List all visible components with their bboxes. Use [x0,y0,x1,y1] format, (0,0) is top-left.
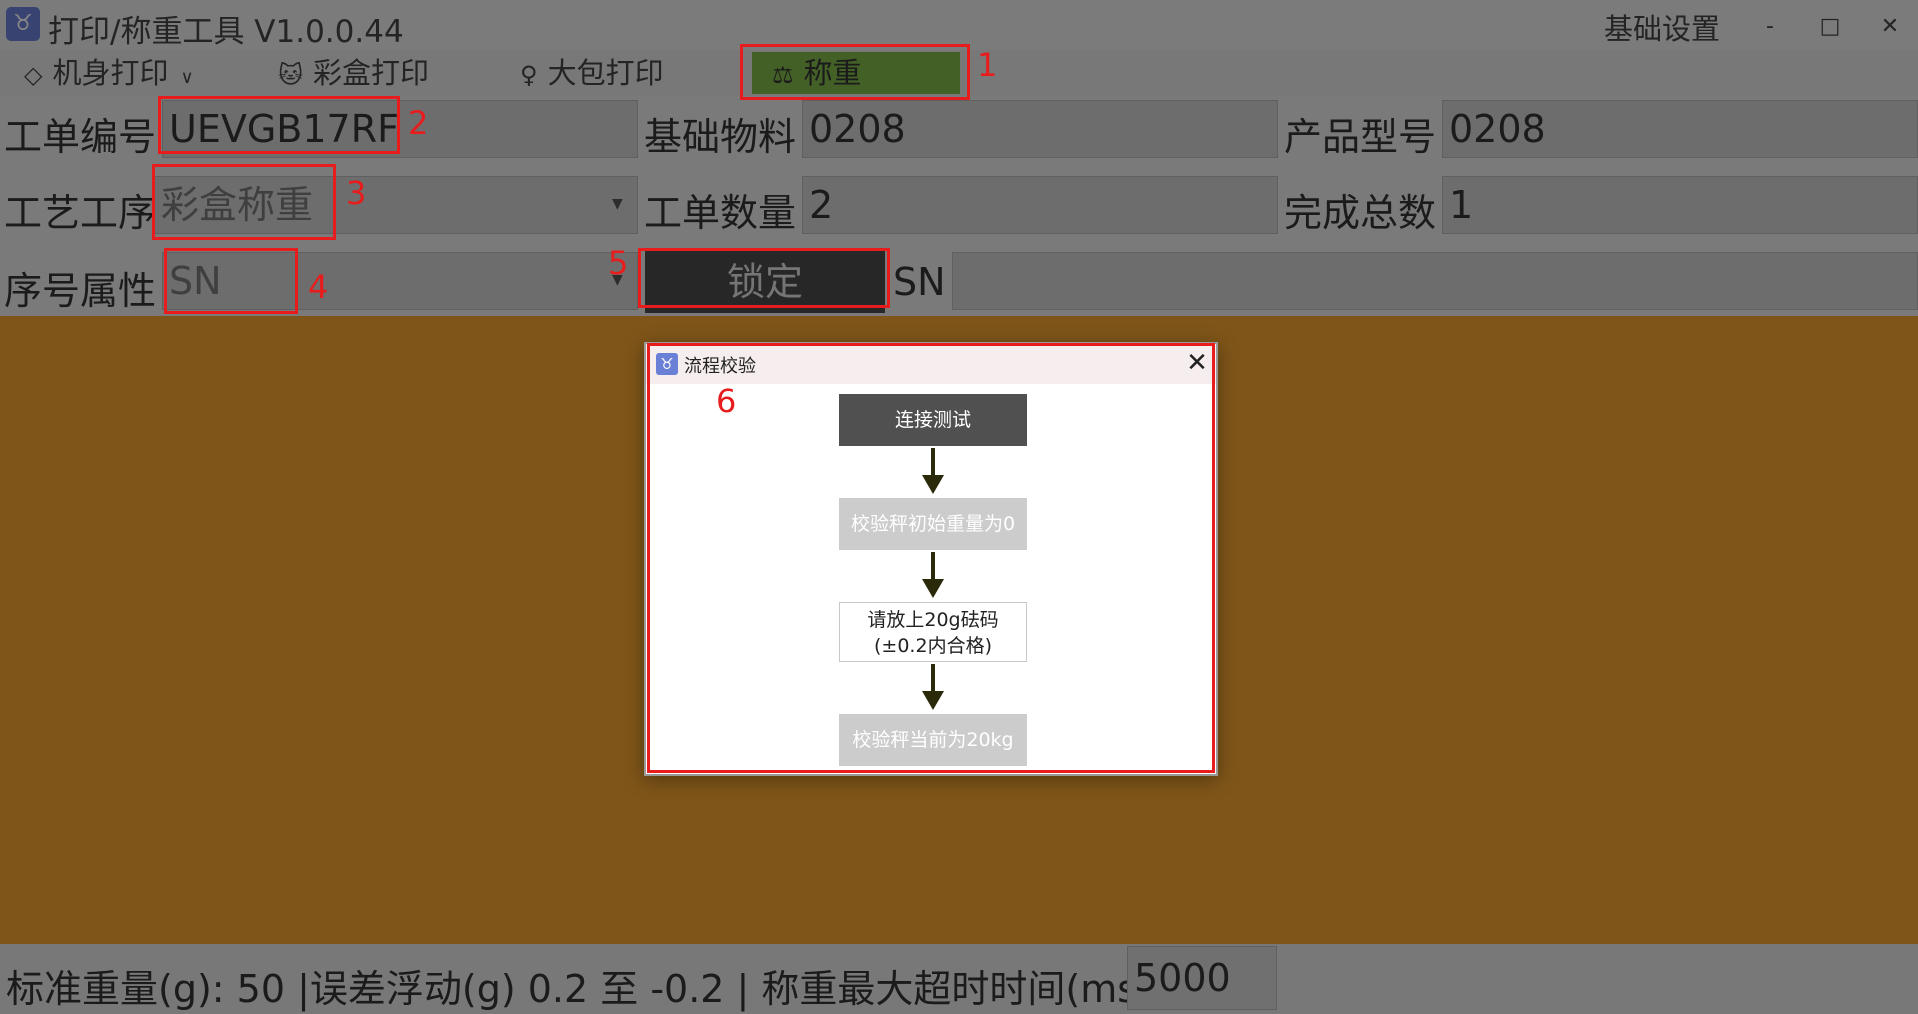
menu-bar: ◇ 机身打印 ∨ 🐱 彩盒打印 ♀ 大包打印 ⚖ 称重 [0,50,1918,96]
github-cat-icon: 🐱 [278,61,304,89]
step-connect-test[interactable]: 连接测试 [839,394,1027,446]
scale-icon: ⚖ [772,61,794,89]
app-logo-icon: ♉ [656,353,678,375]
menu-box-print-label: 彩盒打印 [313,56,430,90]
status-bar: 标准重量(g): 50 |误差浮动(g) 0.2 至 -0.2 | 称重最大超时… [0,944,1918,1014]
lock-button[interactable]: 锁定 [645,251,885,313]
step-place-weight[interactable]: 请放上20g砝码 (±0.2内合格) [839,602,1027,662]
arrow-down-icon [922,448,944,494]
sn-input[interactable] [952,252,1918,310]
work-order-field[interactable]: UEVGB17RF [162,100,638,158]
order-form: 工单编号 UEVGB17RF 基础物料 0208 产品型号 0208 工艺工序 … [0,96,1918,316]
dialog-close-button[interactable]: ✕ [1182,348,1212,378]
menu-package-print[interactable]: ♀ 大包打印 [520,52,664,94]
maximize-button[interactable]: □ [1806,8,1854,46]
process-check-dialog: ♉ 流程校验 ✕ 连接测试 校验秤初始重量为0 请放上20g砝码 (±0.2内合… [644,342,1218,776]
arrow-down-icon [922,552,944,598]
work-order-label: 工单编号 [4,115,157,159]
order-qty-label: 工单数量 [644,191,797,235]
step-initial-zero[interactable]: 校验秤初始重量为0 [839,498,1027,550]
sn-label: SN [893,260,946,304]
minimize-button[interactable]: - [1746,8,1794,46]
dialog-title-bar: ♉ 流程校验 ✕ [646,344,1216,384]
app-logo-icon: ♉ [6,7,40,41]
basic-settings-button[interactable]: 基础设置 [1604,6,1720,48]
product-model-label: 产品型号 [1284,115,1437,159]
timeout-field[interactable]: 5000 [1127,946,1277,1010]
menu-weighing[interactable]: ⚖ 称重 [752,52,960,94]
product-model-field[interactable]: 0208 [1442,100,1918,158]
arrow-down-icon [922,664,944,710]
title-bar: ♉ 打印/称重工具 V1.0.0.44 基础设置 - □ ✕ [0,0,1918,50]
serial-attr-select[interactable]: SN [162,252,638,310]
completed-field[interactable]: 1 [1442,176,1918,234]
dialog-title: 流程校验 [684,356,756,377]
order-qty-field[interactable]: 2 [802,176,1278,234]
base-material-label: 基础物料 [644,115,797,159]
completed-label: 完成总数 [1284,191,1437,235]
dropdown-arrow-icon: ▼ [612,272,623,288]
weight-settings-text: 标准重量(g): 50 |误差浮动(g) 0.2 至 -0.2 | 称重最大超时… [6,967,1152,1011]
menu-body-print[interactable]: ◇ 机身打印 ∨ [24,52,194,94]
serial-attr-label: 序号属性 [4,269,157,313]
app-title: 打印/称重工具 V1.0.0.44 [48,14,404,50]
person-icon: ♀ [520,61,538,89]
step-place-weight-line2: (±0.2内合格) [874,635,992,657]
menu-body-print-label: 机身打印 [52,56,169,90]
menu-package-print-label: 大包打印 [547,56,664,90]
menu-weighing-label: 称重 [803,56,862,90]
chevron-down-icon: ∨ [180,67,194,88]
dropdown-arrow-icon: ▼ [612,196,623,212]
process-label: 工艺工序 [4,191,157,235]
base-material-field[interactable]: 0208 [802,100,1278,158]
step-current-weight[interactable]: 校验秤当前为20kg [839,714,1027,766]
menu-box-print[interactable]: 🐱 彩盒打印 [278,52,429,94]
diamond-icon: ◇ [24,61,43,89]
step-place-weight-line1: 请放上20g砝码 [867,609,999,631]
close-button[interactable]: ✕ [1866,8,1914,46]
process-select[interactable]: 彩盒称重 [154,176,638,234]
